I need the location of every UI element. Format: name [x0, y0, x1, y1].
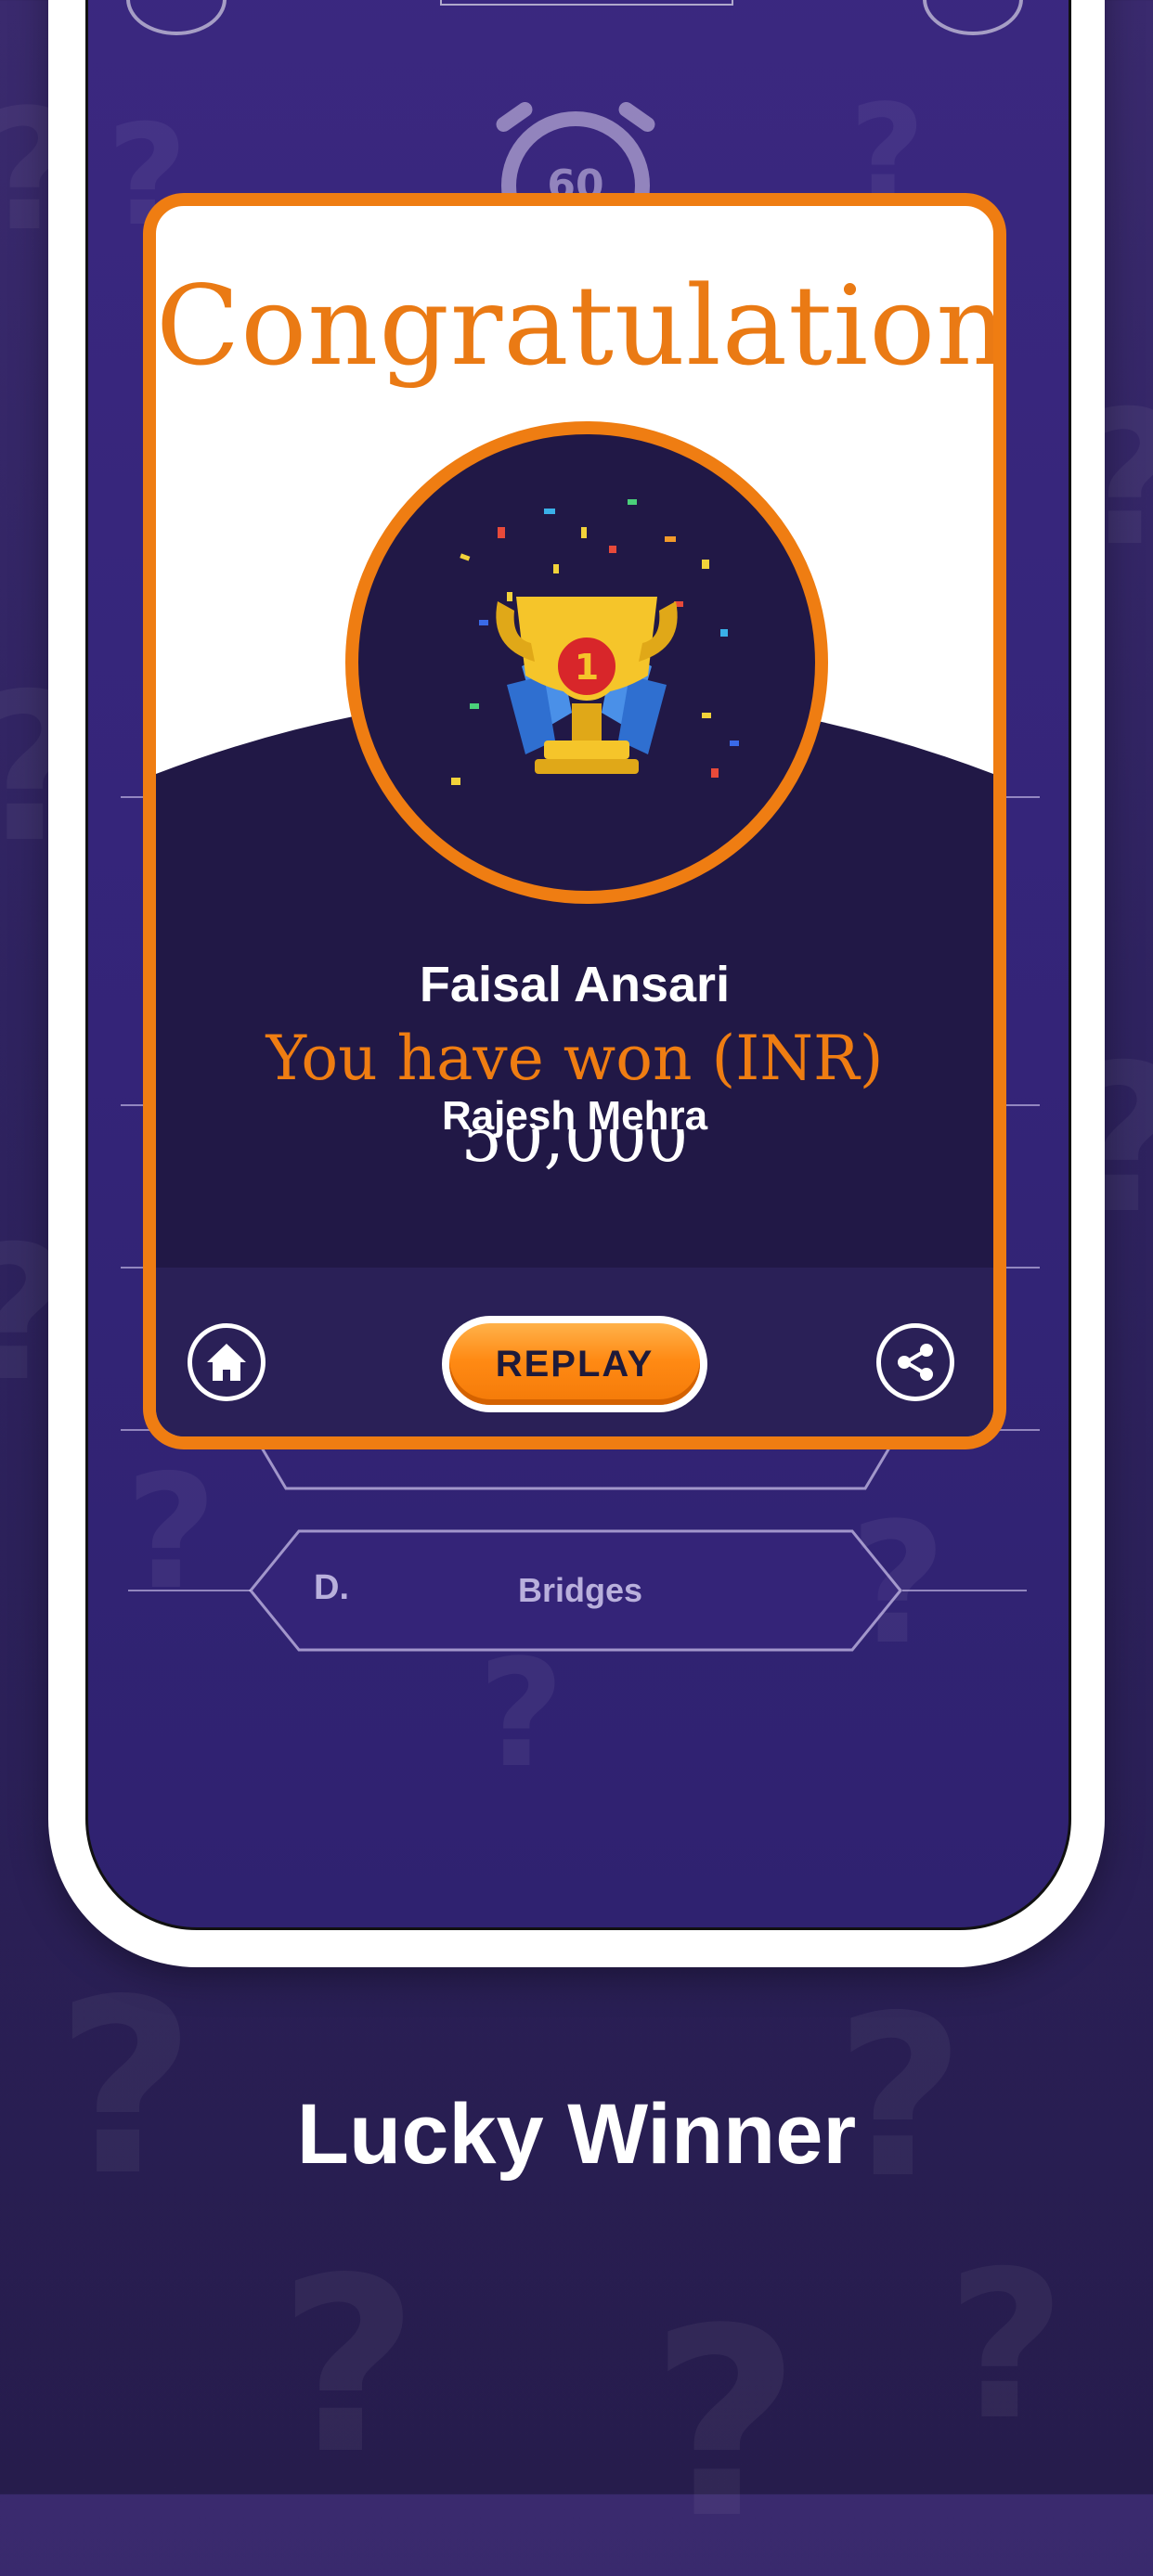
question-counter-box: [440, 0, 733, 6]
modal-footer: REPLAY: [156, 1268, 993, 1436]
option-line: [128, 1590, 251, 1591]
modal-title: Congratulations: [156, 262, 1006, 390]
option-d-letter: D.: [314, 1568, 349, 1607]
trophy-icon: 1: [451, 499, 739, 785]
winner-name: Faisal Ansari: [419, 957, 731, 1012]
svg-text:1: 1: [575, 647, 599, 688]
result-modal: Congratulations 1 Faisal Ansari You have…: [143, 193, 1006, 1449]
replay-button[interactable]: REPLAY: [442, 1316, 707, 1412]
replay-label: REPLAY: [449, 1323, 700, 1405]
option-d-text: Bridges: [517, 1571, 643, 1609]
promo-tagline: Lucky Winner: [296, 2087, 857, 2182]
prize-amount-value: 50,000: [460, 1129, 689, 1177]
home-icon: [207, 1344, 246, 1381]
share-button[interactable]: [876, 1323, 954, 1401]
trophy-badge: 1: [345, 421, 828, 904]
won-label: You have won (INR): [266, 1023, 884, 1094]
prize-amount: 50,000: [156, 1129, 993, 1185]
share-icon: [898, 1344, 933, 1381]
option-line: [902, 1590, 1027, 1591]
home-button[interactable]: [188, 1323, 266, 1401]
